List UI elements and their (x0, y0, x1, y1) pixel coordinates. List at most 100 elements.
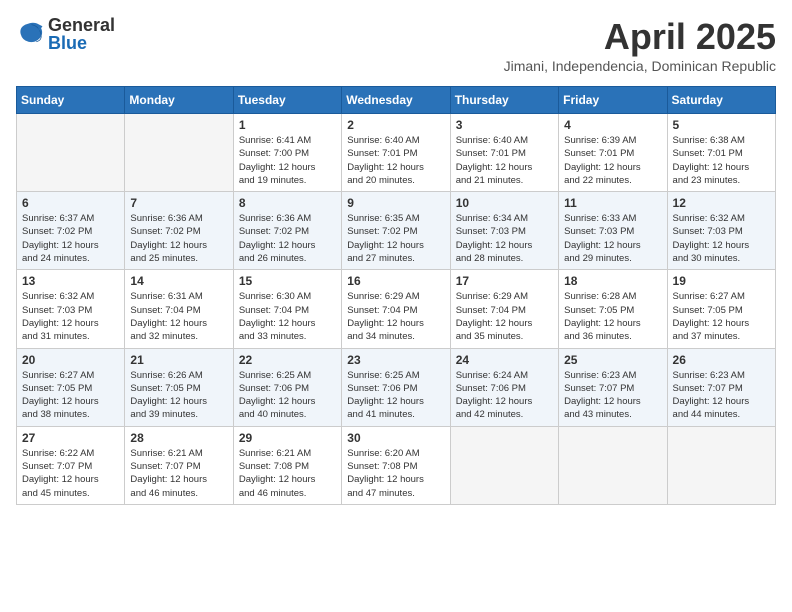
logo-general-text: General (48, 16, 115, 34)
day-number: 21 (130, 353, 227, 367)
table-row: 27 Sunrise: 6:22 AM Sunset: 7:07 PM Dayli… (17, 426, 125, 504)
table-row: 14 Sunrise: 6:31 AM Sunset: 7:04 PM Dayli… (125, 270, 233, 348)
day-info: Sunrise: 6:36 AM Sunset: 7:02 PM Dayligh… (130, 212, 227, 265)
day-number: 1 (239, 118, 336, 132)
day-number: 7 (130, 196, 227, 210)
day-number: 22 (239, 353, 336, 367)
table-row (450, 426, 558, 504)
day-number: 5 (673, 118, 770, 132)
day-number: 3 (456, 118, 553, 132)
day-info: Sunrise: 6:25 AM Sunset: 7:06 PM Dayligh… (347, 369, 444, 422)
table-row: 2 Sunrise: 6:40 AM Sunset: 7:01 PM Daylig… (342, 114, 450, 192)
day-info: Sunrise: 6:33 AM Sunset: 7:03 PM Dayligh… (564, 212, 661, 265)
day-info: Sunrise: 6:27 AM Sunset: 7:05 PM Dayligh… (22, 369, 119, 422)
header-monday: Monday (125, 87, 233, 114)
day-number: 27 (22, 431, 119, 445)
table-row: 10Sunrise: 6:34 AM Sunset: 7:03 PM Dayli… (450, 192, 558, 270)
day-number: 2 (347, 118, 444, 132)
day-number: 20 (22, 353, 119, 367)
day-number: 10 (456, 196, 553, 210)
table-row: 13 Sunrise: 6:32 AM Sunset: 7:03 PM Dayli… (17, 270, 125, 348)
day-info: Sunrise: 6:23 AM Sunset: 7:07 PM Dayligh… (564, 369, 661, 422)
day-info: Sunrise: 6:36 AM Sunset: 7:02 PM Dayligh… (239, 212, 336, 265)
table-row: 19Sunrise: 6:27 AM Sunset: 7:05 PM Dayli… (667, 270, 775, 348)
day-info: Sunrise: 6:26 AM Sunset: 7:05 PM Dayligh… (130, 369, 227, 422)
table-row: 11 Sunrise: 6:33 AM Sunset: 7:03 PM Dayli… (559, 192, 667, 270)
day-number: 30 (347, 431, 444, 445)
day-number: 25 (564, 353, 661, 367)
day-number: 18 (564, 274, 661, 288)
day-number: 28 (130, 431, 227, 445)
calendar-week-row: 6 Sunrise: 6:37 AM Sunset: 7:02 PM Daylig… (17, 192, 776, 270)
table-row: 4Sunrise: 6:39 AM Sunset: 7:01 PM Daylig… (559, 114, 667, 192)
day-info: Sunrise: 6:40 AM Sunset: 7:01 PM Dayligh… (347, 134, 444, 187)
day-number: 26 (673, 353, 770, 367)
header-friday: Friday (559, 87, 667, 114)
day-info: Sunrise: 6:31 AM Sunset: 7:04 PM Dayligh… (130, 290, 227, 343)
table-row: 12 Sunrise: 6:32 AM Sunset: 7:03 PM Dayli… (667, 192, 775, 270)
day-number: 12 (673, 196, 770, 210)
day-number: 13 (22, 274, 119, 288)
day-info: Sunrise: 6:24 AM Sunset: 7:06 PM Dayligh… (456, 369, 553, 422)
table-row: 5 Sunrise: 6:38 AM Sunset: 7:01 PM Daylig… (667, 114, 775, 192)
logo-icon (16, 20, 44, 48)
table-row: 16 Sunrise: 6:29 AM Sunset: 7:04 PM Dayli… (342, 270, 450, 348)
table-row: 26Sunrise: 6:23 AM Sunset: 7:07 PM Dayli… (667, 348, 775, 426)
table-row: 1 Sunrise: 6:41 AM Sunset: 7:00 PM Daylig… (233, 114, 341, 192)
header-sunday: Sunday (17, 87, 125, 114)
day-info: Sunrise: 6:29 AM Sunset: 7:04 PM Dayligh… (347, 290, 444, 343)
location-subtitle: Jimani, Independencia, Dominican Republi… (504, 58, 776, 74)
title-block: April 2025 Jimani, Independencia, Domini… (504, 16, 776, 74)
day-number: 14 (130, 274, 227, 288)
day-info: Sunrise: 6:29 AM Sunset: 7:04 PM Dayligh… (456, 290, 553, 343)
day-info: Sunrise: 6:32 AM Sunset: 7:03 PM Dayligh… (673, 212, 770, 265)
day-number: 6 (22, 196, 119, 210)
day-number: 29 (239, 431, 336, 445)
table-row (125, 114, 233, 192)
day-number: 16 (347, 274, 444, 288)
day-number: 9 (347, 196, 444, 210)
day-number: 15 (239, 274, 336, 288)
day-info: Sunrise: 6:32 AM Sunset: 7:03 PM Dayligh… (22, 290, 119, 343)
day-info: Sunrise: 6:25 AM Sunset: 7:06 PM Dayligh… (239, 369, 336, 422)
table-row: 29 Sunrise: 6:21 AM Sunset: 7:08 PM Dayli… (233, 426, 341, 504)
table-row: 21 Sunrise: 6:26 AM Sunset: 7:05 PM Dayli… (125, 348, 233, 426)
weekday-header-row: Sunday Monday Tuesday Wednesday Thursday… (17, 87, 776, 114)
table-row: 24 Sunrise: 6:24 AM Sunset: 7:06 PM Dayli… (450, 348, 558, 426)
day-info: Sunrise: 6:21 AM Sunset: 7:08 PM Dayligh… (239, 447, 336, 500)
day-number: 11 (564, 196, 661, 210)
day-number: 24 (456, 353, 553, 367)
header-saturday: Saturday (667, 87, 775, 114)
page-header: General Blue April 2025 Jimani, Independ… (16, 16, 776, 74)
calendar-week-row: 13 Sunrise: 6:32 AM Sunset: 7:03 PM Dayli… (17, 270, 776, 348)
day-info: Sunrise: 6:35 AM Sunset: 7:02 PM Dayligh… (347, 212, 444, 265)
day-info: Sunrise: 6:40 AM Sunset: 7:01 PM Dayligh… (456, 134, 553, 187)
calendar-week-row: 20 Sunrise: 6:27 AM Sunset: 7:05 PM Dayli… (17, 348, 776, 426)
day-info: Sunrise: 6:28 AM Sunset: 7:05 PM Dayligh… (564, 290, 661, 343)
header-tuesday: Tuesday (233, 87, 341, 114)
month-title: April 2025 (504, 16, 776, 58)
day-info: Sunrise: 6:37 AM Sunset: 7:02 PM Dayligh… (22, 212, 119, 265)
day-info: Sunrise: 6:38 AM Sunset: 7:01 PM Dayligh… (673, 134, 770, 187)
table-row: 28Sunrise: 6:21 AM Sunset: 7:07 PM Dayli… (125, 426, 233, 504)
table-row: 20 Sunrise: 6:27 AM Sunset: 7:05 PM Dayli… (17, 348, 125, 426)
day-info: Sunrise: 6:30 AM Sunset: 7:04 PM Dayligh… (239, 290, 336, 343)
calendar-week-row: 27 Sunrise: 6:22 AM Sunset: 7:07 PM Dayli… (17, 426, 776, 504)
table-row: 23Sunrise: 6:25 AM Sunset: 7:06 PM Dayli… (342, 348, 450, 426)
table-row (559, 426, 667, 504)
table-row: 9 Sunrise: 6:35 AM Sunset: 7:02 PM Daylig… (342, 192, 450, 270)
table-row: 25 Sunrise: 6:23 AM Sunset: 7:07 PM Dayli… (559, 348, 667, 426)
header-thursday: Thursday (450, 87, 558, 114)
table-row: 30Sunrise: 6:20 AM Sunset: 7:08 PM Dayli… (342, 426, 450, 504)
table-row (667, 426, 775, 504)
table-row: 8 Sunrise: 6:36 AM Sunset: 7:02 PM Daylig… (233, 192, 341, 270)
day-info: Sunrise: 6:41 AM Sunset: 7:00 PM Dayligh… (239, 134, 336, 187)
day-number: 17 (456, 274, 553, 288)
day-info: Sunrise: 6:22 AM Sunset: 7:07 PM Dayligh… (22, 447, 119, 500)
header-wednesday: Wednesday (342, 87, 450, 114)
calendar-week-row: 1 Sunrise: 6:41 AM Sunset: 7:00 PM Daylig… (17, 114, 776, 192)
table-row: 7 Sunrise: 6:36 AM Sunset: 7:02 PM Daylig… (125, 192, 233, 270)
table-row: 22 Sunrise: 6:25 AM Sunset: 7:06 PM Dayli… (233, 348, 341, 426)
logo-blue-text: Blue (48, 34, 115, 52)
day-number: 8 (239, 196, 336, 210)
